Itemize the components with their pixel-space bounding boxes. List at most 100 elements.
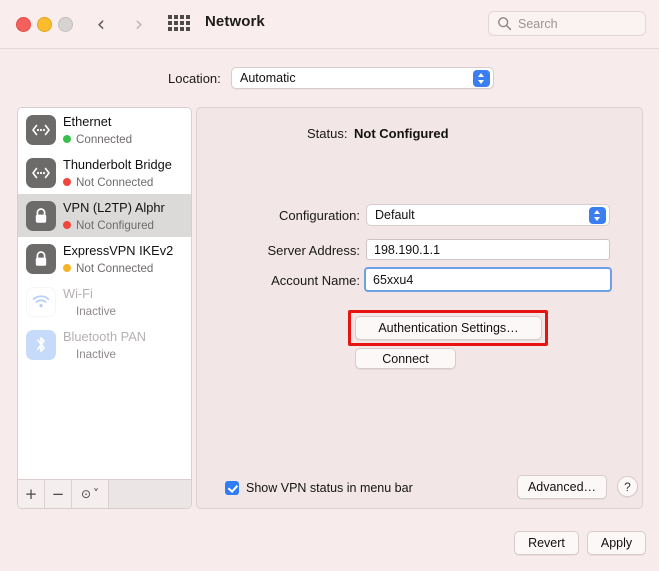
network-services-sidebar: Ethernet Connected Thunderbolt Bridge No… <box>17 107 192 509</box>
grid-dot <box>180 15 184 19</box>
service-status-text: Inactive <box>76 347 116 361</box>
service-status-text: Connected <box>76 132 133 146</box>
service-status: Not Connected <box>63 175 172 190</box>
service-name: Thunderbolt Bridge <box>63 156 172 172</box>
show-all-grid-icon[interactable] <box>168 15 190 33</box>
zoom-window-button[interactable] <box>58 17 73 32</box>
sidebar-item-wi-fi[interactable]: Wi-Fi Inactive <box>18 280 191 323</box>
chevron-updown-icon[interactable] <box>473 70 490 87</box>
status-label: Status: <box>307 126 348 141</box>
authentication-settings-button[interactable]: Authentication Settings… <box>355 316 542 340</box>
service-status-text: Not Connected <box>76 175 154 189</box>
apply-button[interactable]: Apply <box>587 531 646 555</box>
service-status: Not Connected <box>63 261 173 276</box>
search-placeholder: Search <box>518 17 558 31</box>
configuration-dropdown[interactable]: Default <box>366 204 610 226</box>
grid-dot <box>174 21 178 25</box>
minimize-window-button[interactable] <box>37 17 52 32</box>
sidebar-item-bluetooth-pan[interactable]: Bluetooth PAN Inactive <box>18 323 191 366</box>
configuration-label: Configuration: <box>279 208 360 223</box>
show-vpn-status-row[interactable]: Show VPN status in menu bar <box>225 481 413 495</box>
forward-icon[interactable]: › <box>127 12 151 37</box>
revert-button[interactable]: Revert <box>514 531 579 555</box>
grid-dot <box>174 27 178 31</box>
help-button[interactable]: ? <box>617 476 638 497</box>
ethernet-icon <box>26 157 56 188</box>
grid-dot <box>186 27 190 31</box>
ethernet-icon <box>26 114 56 145</box>
status-dot <box>63 178 71 186</box>
sidebar-item-vpn-l2tp-alphr[interactable]: VPN (L2TP) Alphr Not Configured <box>18 194 191 237</box>
sidebar-toolbar: + − ⊙ ˅ <box>18 479 191 508</box>
grid-dot <box>168 21 172 25</box>
grid-dot <box>180 21 184 25</box>
add-service-button[interactable]: + <box>18 480 45 508</box>
network-preferences-window: ‹ › Network Search Location: Automatic E… <box>0 0 659 571</box>
wifi-icon <box>26 286 56 317</box>
service-status: Not Configured <box>63 218 165 233</box>
status-value: Not Configured <box>354 126 449 141</box>
service-name: ExpressVPN IKEv2 <box>63 242 174 258</box>
status-dot <box>63 264 71 272</box>
grid-dot <box>168 15 172 19</box>
grid-dot <box>186 15 190 19</box>
network-services-list: Ethernet Connected Thunderbolt Bridge No… <box>18 108 191 480</box>
service-status-text: Not Configured <box>76 218 154 232</box>
server-address-input[interactable]: 198.190.1.1 <box>366 239 610 260</box>
window-title: Network <box>205 13 265 30</box>
connect-button[interactable]: Connect <box>355 348 456 369</box>
service-status: Inactive <box>63 347 146 362</box>
status-dot <box>63 350 71 358</box>
gear-icon: ⊙ <box>80 487 92 501</box>
grid-dot <box>174 15 178 19</box>
service-name: Bluetooth PAN <box>63 328 146 344</box>
service-name: VPN (L2TP) Alphr <box>63 199 165 215</box>
status-dot <box>63 307 71 315</box>
bluetooth-icon <box>26 329 56 360</box>
search-icon <box>497 16 512 31</box>
status-dot <box>63 221 71 229</box>
sidebar-item-text: ExpressVPN IKEv2 Not Connected <box>63 242 173 276</box>
configuration-value: Default <box>375 208 415 222</box>
sidebar-item-ethernet[interactable]: Ethernet Connected <box>18 108 191 151</box>
grid-dot <box>168 27 172 31</box>
service-action-menu-button[interactable]: ⊙ ˅ <box>72 480 109 508</box>
sidebar-item-thunderbolt-bridge[interactable]: Thunderbolt Bridge Not Connected <box>18 151 191 194</box>
server-address-value: 198.190.1.1 <box>374 243 441 257</box>
advanced-button[interactable]: Advanced… <box>517 475 607 499</box>
status-dot <box>63 135 71 143</box>
sidebar-toolbar-filler <box>109 480 191 508</box>
sidebar-item-text: VPN (L2TP) Alphr Not Configured <box>63 199 165 233</box>
chevron-updown-icon[interactable] <box>589 207 606 224</box>
account-name-label: Account Name: <box>271 273 360 288</box>
close-window-button[interactable] <box>16 17 31 32</box>
sidebar-item-text: Thunderbolt Bridge Not Connected <box>63 156 172 190</box>
remove-service-button[interactable]: − <box>45 480 72 508</box>
grid-dot <box>180 27 184 31</box>
lock-icon <box>26 200 56 231</box>
sidebar-item-expressvpn-ikev2[interactable]: ExpressVPN IKEv2 Not Connected <box>18 237 191 280</box>
service-status-text: Inactive <box>76 304 116 318</box>
back-icon[interactable]: ‹ <box>89 12 113 37</box>
service-status-text: Not Connected <box>76 261 154 275</box>
service-status: Inactive <box>63 304 116 319</box>
lock-icon <box>26 243 56 274</box>
service-status: Connected <box>63 132 132 147</box>
grid-dot <box>186 21 190 25</box>
location-label: Location: <box>168 71 221 86</box>
account-name-input[interactable]: 65xxu4 <box>364 267 612 292</box>
location-dropdown[interactable]: Automatic <box>231 67 494 89</box>
sidebar-item-text: Bluetooth PAN Inactive <box>63 328 146 362</box>
server-address-label: Server Address: <box>267 243 361 258</box>
show-vpn-status-label: Show VPN status in menu bar <box>246 481 413 495</box>
account-name-value: 65xxu4 <box>373 273 414 287</box>
service-name: Wi-Fi <box>63 285 93 301</box>
location-value: Automatic <box>240 71 296 85</box>
service-name: Ethernet <box>63 113 112 129</box>
window-titlebar: ‹ › Network Search <box>0 0 659 49</box>
sidebar-item-text: Ethernet Connected <box>63 113 132 147</box>
sidebar-item-text: Wi-Fi Inactive <box>63 285 116 319</box>
chevron-down-icon: ˅ <box>93 487 100 501</box>
search-field[interactable]: Search <box>488 11 646 36</box>
show-vpn-status-checkbox[interactable] <box>225 481 239 495</box>
